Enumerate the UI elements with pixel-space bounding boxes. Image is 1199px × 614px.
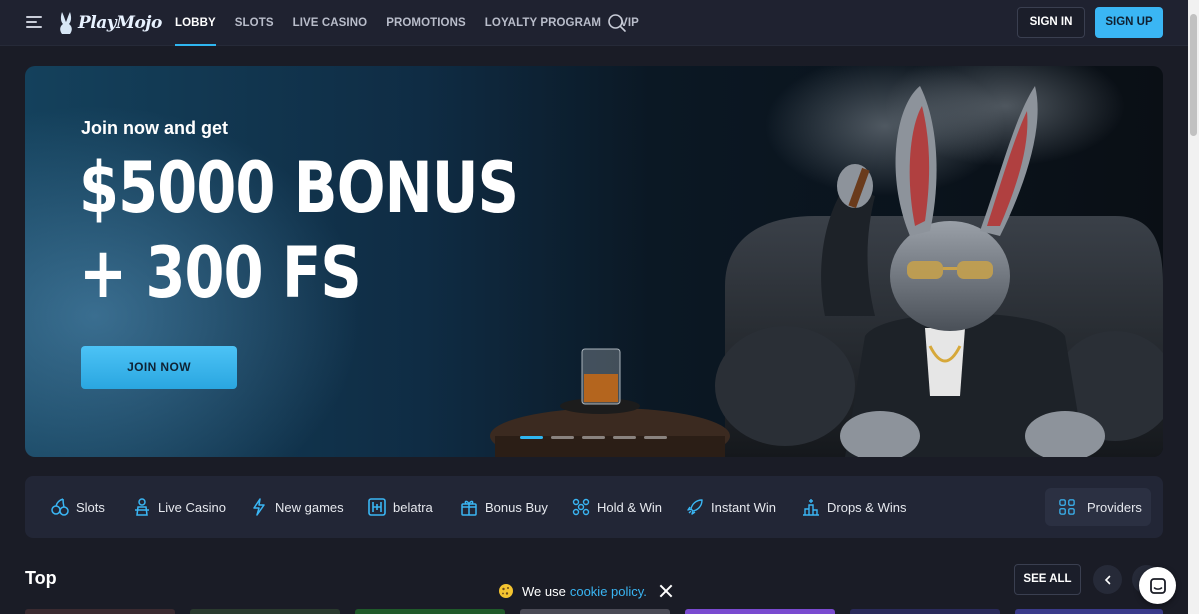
sign-up-button[interactable]: SIGN UP xyxy=(1095,7,1163,38)
page-scrollbar[interactable] xyxy=(1188,0,1199,614)
carousel-dot[interactable] xyxy=(520,436,543,439)
hamburger-menu-icon[interactable] xyxy=(26,16,42,29)
nav-live-casino[interactable]: LIVE CASINO xyxy=(293,0,368,46)
carousel-dot[interactable] xyxy=(644,436,667,439)
category-label: Bonus Buy xyxy=(485,499,548,515)
category-label: Drops & Wins xyxy=(827,499,907,515)
category-drops-wins[interactable]: Drops & Wins xyxy=(802,476,906,538)
logo-text: PlayMojo xyxy=(78,13,162,33)
sign-in-button[interactable]: SIGN IN xyxy=(1017,7,1085,38)
carousel-dot[interactable] xyxy=(582,436,605,439)
category-label: belatra xyxy=(393,499,433,515)
category-slots[interactable]: Slots xyxy=(51,476,105,538)
hero-intro-text: Join now and get xyxy=(81,118,228,138)
game-thumbnail[interactable] xyxy=(850,609,1000,614)
grid-icon xyxy=(1059,499,1075,515)
belatra-icon xyxy=(368,498,386,516)
hold-win-icon xyxy=(572,498,590,516)
game-thumbnail[interactable] xyxy=(355,609,505,614)
nav-promotions[interactable]: PROMOTIONS xyxy=(386,0,466,46)
category-belatra[interactable]: belatra xyxy=(368,476,433,538)
drops-icon xyxy=(803,499,819,516)
cookie-icon xyxy=(499,584,513,598)
carousel-dots xyxy=(520,436,667,439)
providers-label: Providers xyxy=(1087,499,1142,515)
carousel-prev-button[interactable] xyxy=(1093,565,1122,594)
search-icon[interactable] xyxy=(607,13,627,33)
rabbit-logo-icon xyxy=(60,12,72,34)
top-header: PlayMojo LOBBY SLOTS LIVE CASINO PROMOTI… xyxy=(0,0,1188,46)
category-live-casino[interactable]: Live Casino xyxy=(133,476,226,538)
see-all-button[interactable]: SEE ALL xyxy=(1014,564,1081,595)
chevron-left-icon xyxy=(1104,575,1110,584)
close-icon[interactable] xyxy=(659,584,673,598)
dealer-icon xyxy=(135,498,149,516)
category-label: New games xyxy=(275,499,344,515)
scrollbar-thumb[interactable] xyxy=(1190,14,1197,136)
category-hold-win[interactable]: Hold & Win xyxy=(572,476,662,538)
join-now-button[interactable]: JOIN NOW xyxy=(81,346,237,389)
lightning-icon xyxy=(253,498,265,516)
category-label: Instant Win xyxy=(711,499,777,515)
cookie-notice: We use cookie policy. xyxy=(498,576,673,606)
rocket-icon xyxy=(687,499,703,515)
carousel-dot[interactable] xyxy=(551,436,574,439)
game-thumbnail[interactable] xyxy=(685,609,835,614)
category-label: Live Casino xyxy=(158,499,226,515)
cookie-policy-link[interactable]: cookie policy. xyxy=(570,584,647,599)
providers-button[interactable]: Providers xyxy=(1045,488,1151,526)
carousel-dot[interactable] xyxy=(613,436,636,439)
nav-loyalty-program[interactable]: LOYALTY PROGRAM xyxy=(485,0,601,46)
chat-icon xyxy=(1149,577,1166,594)
hero-headline-line2: + 300 FS xyxy=(79,232,362,314)
cherries-icon xyxy=(51,498,69,516)
game-thumbnails-row xyxy=(25,609,1163,614)
category-label: Hold & Win xyxy=(597,499,663,515)
game-thumbnail[interactable] xyxy=(520,609,670,614)
nav-slots[interactable]: SLOTS xyxy=(235,0,274,46)
live-chat-button[interactable] xyxy=(1139,567,1176,604)
hero-headline-line1: $5000 BONUS xyxy=(79,147,519,229)
section-title-top: Top xyxy=(25,568,57,588)
cookie-text: We use xyxy=(522,583,566,599)
game-thumbnail[interactable] xyxy=(190,609,340,614)
category-bonus-buy[interactable]: Bonus Buy xyxy=(460,476,548,538)
category-new-games[interactable]: New games xyxy=(250,476,344,538)
hero-banner[interactable]: Join now and get $5000 BONUS + 300 FS JO… xyxy=(25,66,1163,457)
category-instant-win[interactable]: Instant Win xyxy=(686,476,776,538)
playmojo-logo[interactable]: PlayMojo xyxy=(56,8,162,38)
game-thumbnail[interactable] xyxy=(25,609,175,614)
gift-icon xyxy=(461,500,477,516)
game-thumbnail[interactable] xyxy=(1015,609,1163,614)
category-label: Slots xyxy=(76,499,105,515)
nav-lobby[interactable]: LOBBY xyxy=(175,0,216,46)
category-bar: Slots Live Casino New games belatra Bonu… xyxy=(25,476,1163,538)
main-nav: LOBBY SLOTS LIVE CASINO PROMOTIONS LOYAL… xyxy=(175,0,658,46)
